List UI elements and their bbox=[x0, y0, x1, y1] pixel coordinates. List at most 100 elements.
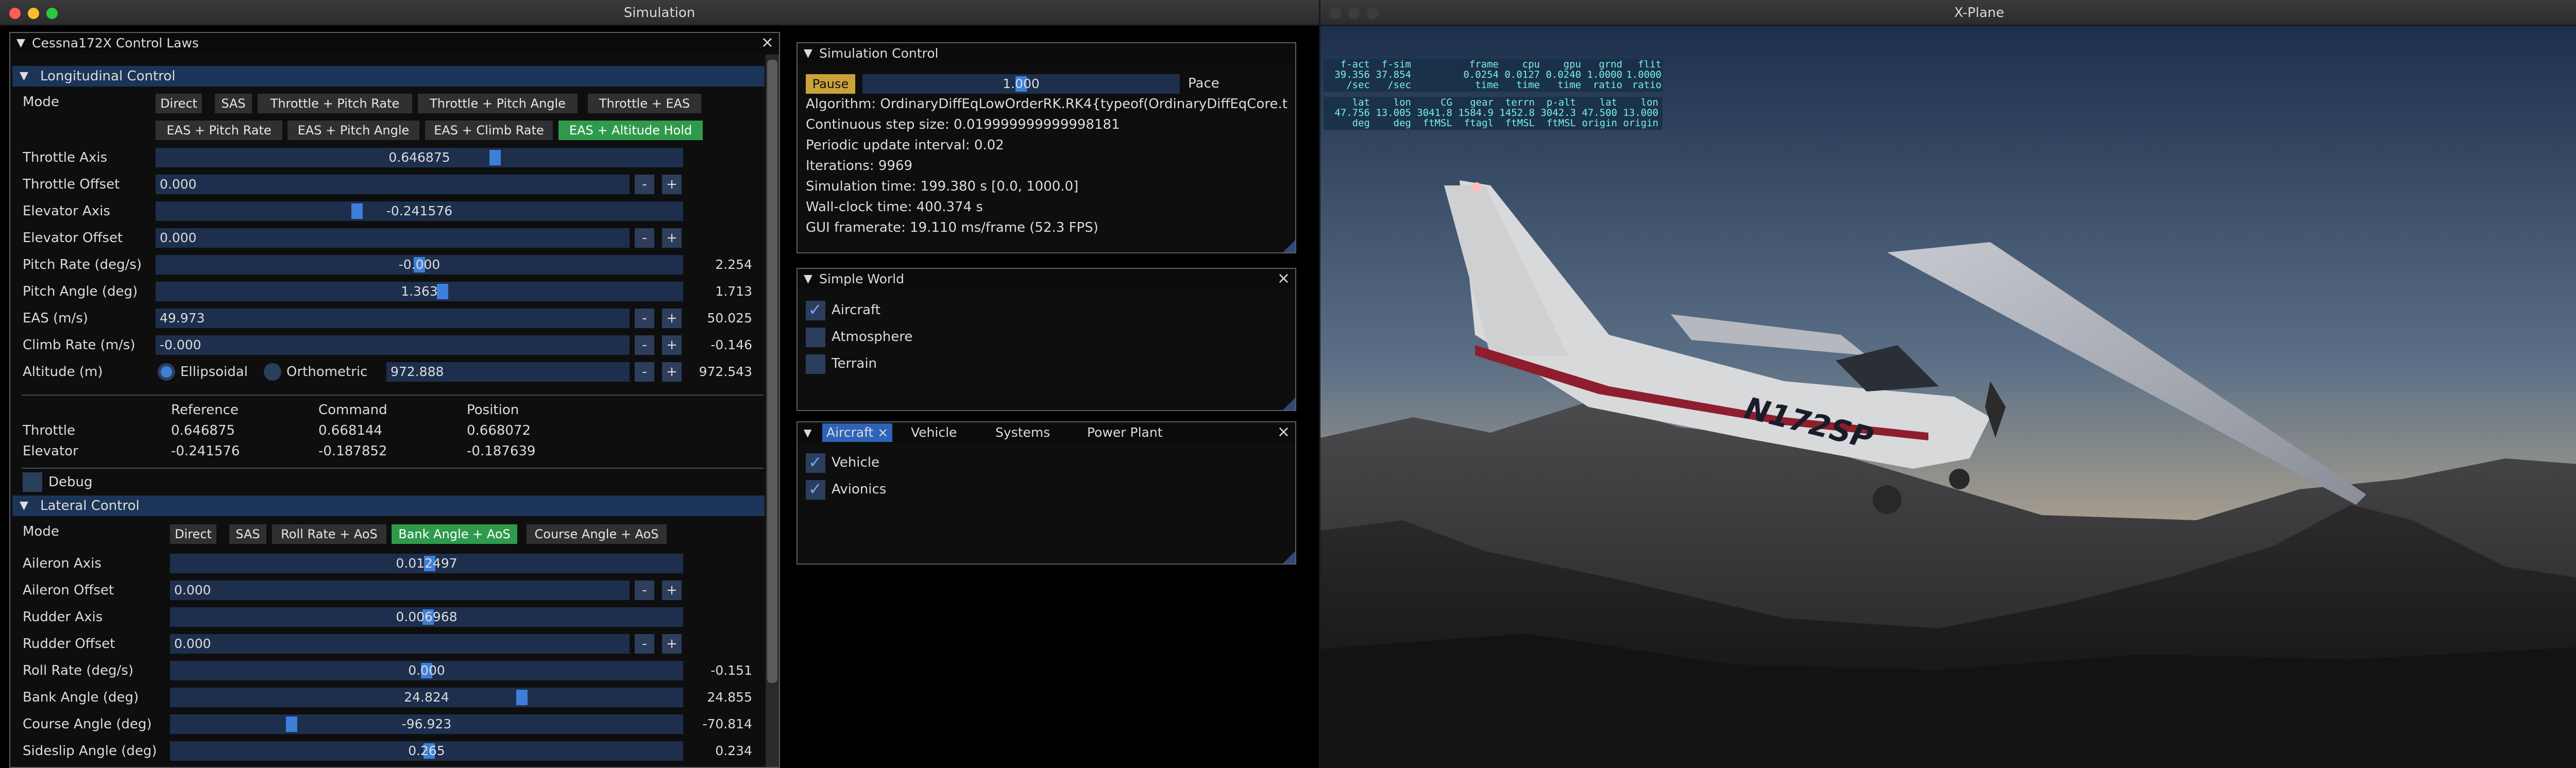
pitch-rate-slider[interactable]: -0.000 bbox=[156, 255, 683, 275]
terrain-checkbox[interactable] bbox=[806, 354, 825, 374]
throttle-offset-minus-button[interactable]: - bbox=[635, 175, 654, 194]
elevator-offset-input[interactable]: 0.000 bbox=[156, 228, 630, 248]
debug-checkbox[interactable] bbox=[23, 472, 42, 492]
simulation-window: Simulation ▼ Cessna172X Control Laws × ▼… bbox=[0, 0, 1319, 768]
aircraft-checkbox[interactable]: ✓ bbox=[806, 300, 825, 320]
mode-throttle-pitch-angle-button[interactable]: Throttle + Pitch Angle bbox=[418, 94, 578, 113]
aileron-offset-minus-button[interactable]: - bbox=[635, 581, 654, 600]
resize-grip[interactable] bbox=[1283, 551, 1295, 564]
roll-rate-label: Roll Rate (deg/s) bbox=[23, 663, 133, 678]
course-angle-slider[interactable]: -96.923 bbox=[170, 714, 683, 734]
terrain-checkbox-label: Terrain bbox=[832, 356, 877, 371]
rudder-offset-input[interactable]: 0.000 bbox=[170, 634, 630, 654]
mode-eas-altitude-hold-button[interactable]: EAS + Altitude Hold bbox=[558, 121, 703, 140]
avionics-checkbox[interactable]: ✓ bbox=[806, 479, 825, 500]
lateral-control-header[interactable]: ▼ Lateral Control bbox=[12, 496, 765, 516]
climb-rate-minus-button[interactable]: - bbox=[635, 335, 654, 355]
longitudinal-control-header[interactable]: ▼ Longitudinal Control bbox=[12, 66, 765, 87]
mode-direct-button[interactable]: Direct bbox=[156, 94, 202, 113]
collapse-triangle-icon[interactable]: ▼ bbox=[20, 496, 28, 516]
collapse-triangle-icon[interactable]: ▼ bbox=[20, 66, 28, 87]
resize-grip[interactable] bbox=[1283, 398, 1295, 410]
xplane-scene[interactable]: N172SP bbox=[1320, 26, 2576, 768]
minimize-window-button[interactable] bbox=[28, 8, 39, 19]
table-cell: 0.668144 bbox=[318, 423, 383, 438]
altitude-minus-button[interactable]: - bbox=[635, 362, 654, 382]
table-header-reference: Reference bbox=[171, 402, 239, 418]
close-icon[interactable]: × bbox=[1277, 422, 1290, 442]
control-laws-titlebar[interactable]: ▼ Cessna172X Control Laws × bbox=[10, 33, 779, 54]
mode-throttle-pitch-rate-button[interactable]: Throttle + Pitch Rate bbox=[258, 94, 412, 113]
throttle-axis-slider[interactable]: 0.646875 bbox=[156, 148, 683, 167]
rudder-offset-plus-button[interactable]: + bbox=[662, 634, 682, 654]
ellipsoidal-radio[interactable] bbox=[158, 363, 175, 381]
eas-minus-button[interactable]: - bbox=[635, 309, 654, 328]
collapse-triangle-icon[interactable]: ▼ bbox=[804, 43, 812, 64]
window-menu-icon[interactable]: ▼ bbox=[804, 422, 811, 443]
altitude-input[interactable]: 972.888 bbox=[386, 362, 630, 382]
lat-mode-course-angle-aos-button[interactable]: Course Angle + AoS bbox=[527, 524, 667, 544]
lat-mode-bank-angle-aos-button[interactable]: Bank Angle + AoS bbox=[392, 524, 517, 544]
sideslip-angle-slider[interactable]: 0.265 bbox=[170, 741, 683, 761]
lat-mode-roll-rate-aos-button[interactable]: Roll Rate + AoS bbox=[272, 524, 386, 544]
scrollbar-thumb[interactable] bbox=[767, 60, 777, 683]
aileron-offset-plus-button[interactable]: + bbox=[662, 581, 682, 600]
tab-power-plant[interactable]: Power Plant bbox=[1083, 423, 1167, 442]
elevator-offset-value: 0.000 bbox=[160, 230, 197, 245]
separator bbox=[22, 468, 764, 469]
zoom-window-button[interactable] bbox=[1367, 8, 1378, 19]
hud-value: 39.356 bbox=[1334, 69, 1370, 80]
elevator-offset-plus-button[interactable]: + bbox=[662, 228, 682, 248]
roll-rate-slider[interactable]: 0.000 bbox=[170, 661, 683, 680]
bank-angle-slider[interactable]: 24.824 bbox=[170, 688, 683, 707]
close-window-button[interactable] bbox=[1330, 8, 1341, 19]
orthometric-radio[interactable] bbox=[264, 363, 281, 381]
tab-close-icon[interactable]: × bbox=[877, 425, 888, 440]
lat-mode-sas-button[interactable]: SAS bbox=[229, 524, 266, 544]
climb-rate-plus-button[interactable]: + bbox=[662, 335, 682, 355]
close-icon[interactable]: × bbox=[761, 33, 774, 53]
climb-rate-input[interactable]: -0.000 bbox=[156, 335, 630, 355]
collapse-triangle-icon[interactable]: ▼ bbox=[16, 33, 25, 54]
rudder-axis-slider[interactable]: 0.006968 bbox=[170, 607, 683, 627]
mode-eas-climb-rate-button[interactable]: EAS + Climb Rate bbox=[425, 121, 553, 140]
xplane-titlebar[interactable]: X-Plane bbox=[1320, 0, 2576, 26]
pace-slider[interactable]: 1.000 bbox=[862, 74, 1180, 94]
altitude-plus-button[interactable]: + bbox=[662, 362, 682, 382]
aileron-axis-slider[interactable]: 0.012497 bbox=[170, 554, 683, 573]
mode-eas-pitch-angle-button[interactable]: EAS + Pitch Angle bbox=[287, 121, 419, 140]
throttle-offset-input[interactable]: 0.000 bbox=[156, 175, 630, 194]
altitude-readout: 972.543 bbox=[699, 364, 752, 379]
lat-mode-direct-button[interactable]: Direct bbox=[170, 524, 216, 544]
simulation-control-titlebar[interactable]: ▼ Simulation Control bbox=[798, 43, 1295, 64]
roll-rate-readout: -0.151 bbox=[710, 663, 752, 678]
hud-header: gpu bbox=[1563, 59, 1581, 70]
rudder-offset-minus-button[interactable]: - bbox=[635, 634, 654, 654]
tab-vehicle[interactable]: Vehicle bbox=[907, 423, 961, 442]
atmosphere-checkbox[interactable] bbox=[806, 328, 825, 347]
vehicle-checkbox[interactable]: ✓ bbox=[806, 452, 825, 473]
aileron-offset-input[interactable]: 0.000 bbox=[170, 581, 630, 600]
pause-button[interactable]: Pause bbox=[806, 74, 855, 94]
eas-plus-button[interactable]: + bbox=[662, 309, 682, 328]
control-laws-scrollbar[interactable] bbox=[766, 55, 779, 767]
zoom-window-button[interactable] bbox=[46, 8, 58, 19]
tab-aircraft[interactable]: Aircraft × bbox=[822, 423, 893, 442]
mode-sas-button[interactable]: SAS bbox=[215, 94, 252, 113]
collapse-triangle-icon[interactable]: ▼ bbox=[804, 269, 812, 289]
elevator-axis-slider[interactable]: -0.241576 bbox=[156, 201, 683, 221]
throttle-offset-plus-button[interactable]: + bbox=[662, 175, 682, 194]
eas-input[interactable]: 49.973 bbox=[156, 309, 630, 328]
simple-world-titlebar[interactable]: ▼ Simple World × bbox=[798, 269, 1295, 289]
close-icon[interactable]: × bbox=[1277, 269, 1290, 288]
pitch-angle-slider[interactable]: 1.363 bbox=[156, 282, 683, 301]
mode-throttle-eas-button[interactable]: Throttle + EAS bbox=[588, 94, 701, 113]
atmosphere-checkbox-label: Atmosphere bbox=[832, 329, 913, 345]
elevator-offset-minus-button[interactable]: - bbox=[635, 228, 654, 248]
resize-grip[interactable] bbox=[1283, 240, 1295, 252]
minimize-window-button[interactable] bbox=[1348, 8, 1360, 19]
mode-eas-pitch-rate-button[interactable]: EAS + Pitch Rate bbox=[156, 121, 282, 140]
tab-systems[interactable]: Systems bbox=[991, 423, 1054, 442]
close-window-button[interactable] bbox=[9, 8, 21, 19]
simulation-titlebar[interactable]: Simulation bbox=[0, 0, 1319, 26]
